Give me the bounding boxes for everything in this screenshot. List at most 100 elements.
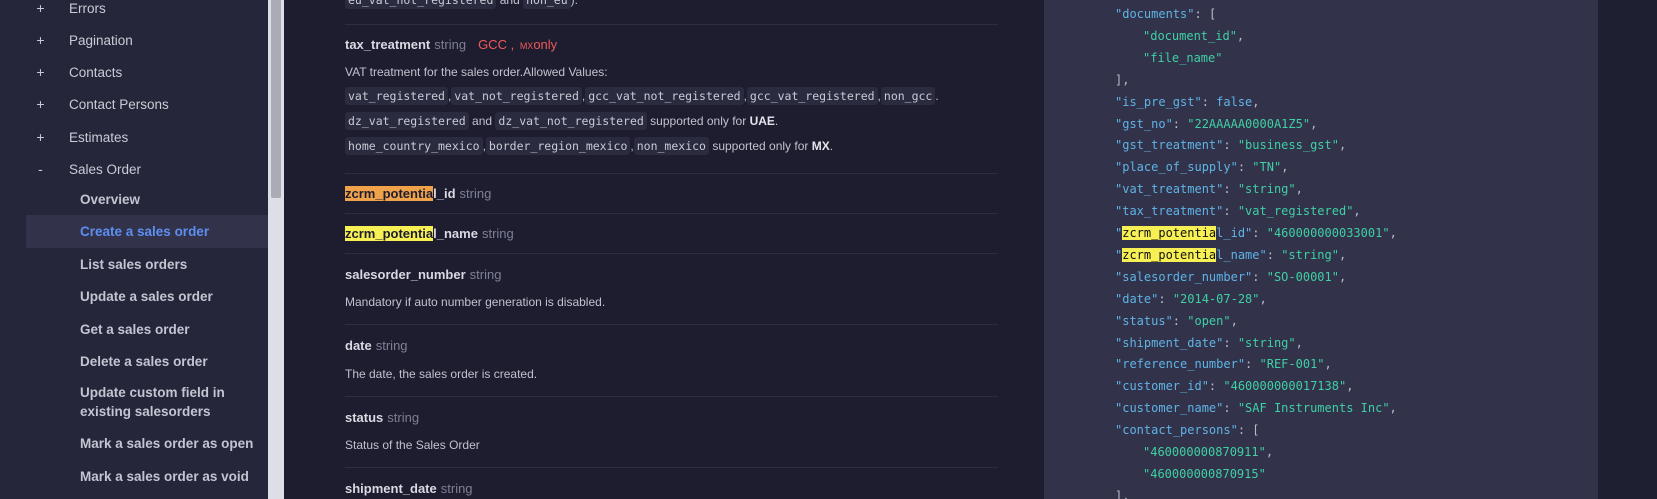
- collapse-icon: -: [38, 161, 43, 177]
- code-line: "document_id",: [1143, 29, 1244, 43]
- value-code: vat_registered: [345, 87, 448, 105]
- nav-label: Pagination: [69, 32, 133, 48]
- code-punct: :: [1252, 226, 1267, 240]
- expand-icon: +: [36, 96, 45, 112]
- nav-sub-overview[interactable]: Overview: [26, 188, 268, 210]
- mx-flag-icon: MX: [519, 41, 534, 51]
- code-key: "date": [1115, 291, 1159, 306]
- nav-item-contact-persons[interactable]: + Contact Persons: [26, 88, 268, 120]
- expand-icon: +: [36, 0, 45, 16]
- nav-sub-get-sales-order[interactable]: Get a sales order: [26, 318, 268, 340]
- code-key: "salesorder_number": [1115, 269, 1253, 284]
- code-key: "contact_persons": [1115, 423, 1238, 438]
- nav-sub-update-sales-order[interactable]: Update a sales order: [26, 285, 268, 307]
- allowed-values-row-2: dz_vat_registered and dz_vat_not_registe…: [345, 112, 778, 130]
- code-line: "customer_id": "460000000017138",: [1115, 379, 1353, 393]
- code-punct: ,: [1252, 94, 1260, 109]
- code-punct: ,: [1338, 269, 1347, 284]
- text: supported only for: [712, 139, 809, 153]
- text: and: [496, 0, 524, 7]
- expand-icon: +: [36, 32, 45, 48]
- nav-item-pagination[interactable]: + Pagination: [26, 24, 268, 56]
- previous-field-tail: eu_vat_not_registered and non_eu).: [345, 0, 578, 9]
- search-highlight: zcrm_potentia: [345, 226, 434, 241]
- field-type: string: [459, 186, 492, 201]
- code-punct: ,: [1265, 445, 1274, 459]
- request-body-code-panel: "documents": ["document_id", "file_name"]…: [1044, 0, 1598, 499]
- code-string: "string": [1281, 247, 1339, 262]
- field-name: status: [345, 410, 384, 425]
- divider: [345, 324, 998, 325]
- field-type: string: [434, 37, 467, 52]
- code-string: "string": [1237, 182, 1296, 197]
- code-punct: ,: [1338, 138, 1347, 153]
- code-string: "open": [1187, 313, 1231, 328]
- code-punct: ],: [1115, 488, 1130, 499]
- region-label: MX: [811, 139, 830, 153]
- code-key: "reference_number": [1115, 357, 1246, 372]
- search-highlight: zcrm_potentia: [1122, 226, 1217, 240]
- nav-label: Sales Order: [69, 161, 142, 177]
- field-description: Mandatory if auto number generation is d…: [345, 295, 606, 309]
- nav-sub-delete-sales-order[interactable]: Delete a sales order: [26, 350, 268, 372]
- code-punct: ,: [1353, 204, 1361, 219]
- code-punct: ],: [1115, 72, 1130, 87]
- field-name: date: [345, 338, 372, 353]
- nav-item-sales-order[interactable]: - Sales Order: [26, 153, 268, 185]
- code-punct: :: [1223, 182, 1238, 197]
- nav-item-contacts[interactable]: + Contacts: [26, 56, 268, 88]
- code-punct: :: [1172, 116, 1188, 131]
- code-punct: [: [1252, 423, 1260, 438]
- code-key: "tax_treatment": [1115, 204, 1224, 219]
- code-punct: :: [1245, 357, 1260, 372]
- code-string: "document_id": [1143, 28, 1237, 43]
- sidebar-scrollbar[interactable]: [268, 0, 284, 499]
- code-key: "is_pre_gst": [1115, 94, 1202, 109]
- code-punct: ,: [1281, 160, 1289, 175]
- text: ).: [570, 0, 578, 7]
- value-code: non_mexico: [633, 137, 709, 155]
- code-string: "SO-00001": [1266, 269, 1339, 284]
- nav-item-estimates[interactable]: + Estimates: [26, 121, 268, 153]
- code-punct: :: [1223, 138, 1238, 153]
- code-key: l_name": [1216, 247, 1267, 262]
- code-line: "zcrm_potential_id": "460000000033001",: [1115, 226, 1397, 240]
- nav-label: Estimates: [69, 129, 129, 145]
- code-punct: :: [1252, 269, 1267, 284]
- code-string: "TN": [1252, 160, 1282, 175]
- value-code: non_gcc: [880, 87, 936, 105]
- nav-sub-create-sales-order[interactable]: Create a sales order: [26, 215, 268, 248]
- expand-icon: +: [36, 64, 45, 80]
- code-line: "tax_treatment": "vat_registered",: [1115, 204, 1361, 218]
- field-status: status string: [345, 410, 419, 425]
- code-punct: ,: [1295, 335, 1303, 350]
- sidebar-nav: + Errors + Pagination + Contacts + Contact P…: [0, 0, 268, 499]
- code-string: "string": [1237, 335, 1296, 350]
- value-code: non_eu: [523, 0, 571, 9]
- code-line: "customer_name": "SAF Instruments Inc",: [1115, 401, 1397, 415]
- field-type: string: [440, 481, 473, 496]
- code-punct: :: [1266, 247, 1282, 262]
- allowed-values-row-1: vat_registered, vat_not_registered, gcc_va…: [345, 87, 939, 105]
- allowed-values-row-3: home_country_mexico, border_region_mexico…: [345, 137, 833, 155]
- code-punct: ,: [1295, 182, 1303, 197]
- search-highlight: zcrm_potentia: [345, 186, 434, 201]
- code-line: "vat_treatment": "string",: [1115, 182, 1303, 196]
- nav-sub-mark-open[interactable]: Mark a sales order as open: [26, 432, 268, 454]
- nav-item-errors[interactable]: + Errors: [26, 0, 268, 24]
- field-name: l_id: [433, 186, 456, 201]
- code-punct: :: [1223, 401, 1238, 416]
- scrollbar-thumb[interactable]: [271, 0, 281, 198]
- code-line: "place_of_supply": "TN",: [1115, 160, 1288, 174]
- code-line: "contact_persons": [: [1115, 423, 1260, 437]
- nav-sub-list-sales-orders[interactable]: List sales orders: [26, 253, 268, 275]
- field-tax-treatment: tax_treatment string GCC , MXonly: [345, 37, 557, 52]
- field-name: l_name: [433, 226, 478, 241]
- code-punct: ,: [1346, 379, 1354, 394]
- value-code: dz_vat_registered: [345, 112, 469, 130]
- text: supported only for: [650, 114, 747, 128]
- code-string: "2014-07-28": [1172, 291, 1260, 306]
- value-code: dz_vat_not_registered: [495, 112, 647, 130]
- nav-sub-mark-void[interactable]: Mark a sales order as void: [26, 465, 268, 487]
- nav-sub-update-custom-field[interactable]: Update custom field in existing salesord…: [26, 382, 268, 422]
